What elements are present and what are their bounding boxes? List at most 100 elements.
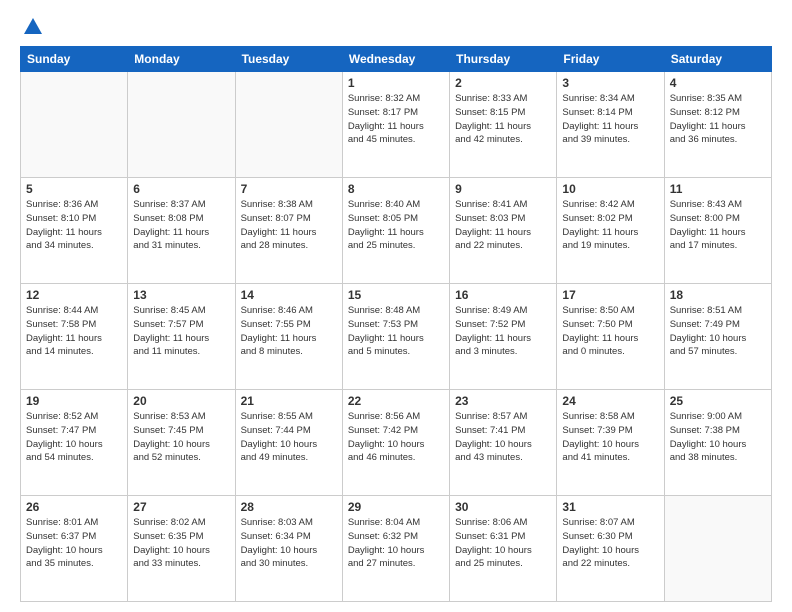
day-number: 5 bbox=[26, 182, 122, 196]
day-number: 12 bbox=[26, 288, 122, 302]
calendar-week-2: 12 Sunrise: 8:44 AMSunset: 7:58 PMDayligh… bbox=[21, 284, 772, 390]
day-info: Sunrise: 8:43 AMSunset: 8:00 PMDaylight:… bbox=[670, 198, 766, 253]
day-number: 15 bbox=[348, 288, 444, 302]
calendar-cell: 28Sunrise: 8:03 AMSunset: 6:34 PMDayligh… bbox=[235, 496, 342, 602]
day-info: Sunrise: 8:02 AMSunset: 6:35 PMDaylight:… bbox=[133, 516, 229, 571]
day-number: 7 bbox=[241, 182, 337, 196]
day-info: Sunrise: 8:32 AMSunset: 8:17 PMDaylight:… bbox=[348, 92, 444, 147]
day-number: 19 bbox=[26, 394, 122, 408]
weekday-header-tuesday: Tuesday bbox=[235, 47, 342, 72]
day-number: 14 bbox=[241, 288, 337, 302]
day-info: Sunrise: 8:49 AMSunset: 7:52 PMDaylight:… bbox=[455, 304, 551, 359]
day-number: 10 bbox=[562, 182, 658, 196]
calendar-cell: 11 Sunrise: 8:43 AMSunset: 8:00 PMDayligh… bbox=[664, 178, 771, 284]
weekday-header-thursday: Thursday bbox=[450, 47, 557, 72]
day-number: 31 bbox=[562, 500, 658, 514]
calendar-cell: 23 Sunrise: 8:57 AMSunset: 7:41 PMDayligh… bbox=[450, 390, 557, 496]
day-info: Sunrise: 8:52 AMSunset: 7:47 PMDaylight:… bbox=[26, 410, 122, 465]
calendar-cell: 16 Sunrise: 8:49 AMSunset: 7:52 PMDayligh… bbox=[450, 284, 557, 390]
calendar-cell: 13Sunrise: 8:45 AMSunset: 7:57 PMDayligh… bbox=[128, 284, 235, 390]
calendar-cell bbox=[664, 496, 771, 602]
page: SundayMondayTuesdayWednesdayThursdayFrid… bbox=[0, 0, 792, 612]
day-number: 27 bbox=[133, 500, 229, 514]
day-info: Sunrise: 8:57 AMSunset: 7:41 PMDaylight:… bbox=[455, 410, 551, 465]
day-info: Sunrise: 8:37 AMSunset: 8:08 PMDaylight:… bbox=[133, 198, 229, 253]
day-info: Sunrise: 8:51 AMSunset: 7:49 PMDaylight:… bbox=[670, 304, 766, 359]
day-info: Sunrise: 8:06 AMSunset: 6:31 PMDaylight:… bbox=[455, 516, 551, 571]
day-info: Sunrise: 8:42 AMSunset: 8:02 PMDaylight:… bbox=[562, 198, 658, 253]
day-number: 21 bbox=[241, 394, 337, 408]
calendar-cell: 22Sunrise: 8:56 AMSunset: 7:42 PMDayligh… bbox=[342, 390, 449, 496]
weekday-header-saturday: Saturday bbox=[664, 47, 771, 72]
calendar-cell bbox=[21, 72, 128, 178]
day-number: 18 bbox=[670, 288, 766, 302]
day-info: Sunrise: 8:56 AMSunset: 7:42 PMDaylight:… bbox=[348, 410, 444, 465]
day-number: 9 bbox=[455, 182, 551, 196]
calendar-week-1: 5 Sunrise: 8:36 AMSunset: 8:10 PMDaylight… bbox=[21, 178, 772, 284]
calendar-cell: 2 Sunrise: 8:33 AMSunset: 8:15 PMDaylight… bbox=[450, 72, 557, 178]
weekday-header-wednesday: Wednesday bbox=[342, 47, 449, 72]
calendar-cell: 26 Sunrise: 8:01 AMSunset: 6:37 PMDayligh… bbox=[21, 496, 128, 602]
day-number: 16 bbox=[455, 288, 551, 302]
calendar-cell: 4 Sunrise: 8:35 AMSunset: 8:12 PMDaylight… bbox=[664, 72, 771, 178]
day-info: Sunrise: 9:00 AMSunset: 7:38 PMDaylight:… bbox=[670, 410, 766, 465]
weekday-header-row: SundayMondayTuesdayWednesdayThursdayFrid… bbox=[21, 47, 772, 72]
calendar-cell: 6Sunrise: 8:37 AMSunset: 8:08 PMDaylight… bbox=[128, 178, 235, 284]
day-info: Sunrise: 8:38 AMSunset: 8:07 PMDaylight:… bbox=[241, 198, 337, 253]
calendar-cell: 24Sunrise: 8:58 AMSunset: 7:39 PMDayligh… bbox=[557, 390, 664, 496]
calendar-cell: 8 Sunrise: 8:40 AMSunset: 8:05 PMDaylight… bbox=[342, 178, 449, 284]
day-number: 30 bbox=[455, 500, 551, 514]
calendar-cell bbox=[235, 72, 342, 178]
day-info: Sunrise: 8:53 AMSunset: 7:45 PMDaylight:… bbox=[133, 410, 229, 465]
calendar-cell: 15 Sunrise: 8:48 AMSunset: 7:53 PMDayligh… bbox=[342, 284, 449, 390]
calendar-cell: 25Sunrise: 9:00 AMSunset: 7:38 PMDayligh… bbox=[664, 390, 771, 496]
calendar-cell: 10 Sunrise: 8:42 AMSunset: 8:02 PMDayligh… bbox=[557, 178, 664, 284]
day-info: Sunrise: 8:44 AMSunset: 7:58 PMDaylight:… bbox=[26, 304, 122, 359]
weekday-header-monday: Monday bbox=[128, 47, 235, 72]
day-info: Sunrise: 8:55 AMSunset: 7:44 PMDaylight:… bbox=[241, 410, 337, 465]
calendar-cell: 18 Sunrise: 8:51 AMSunset: 7:49 PMDayligh… bbox=[664, 284, 771, 390]
calendar-cell: 20 Sunrise: 8:53 AMSunset: 7:45 PMDayligh… bbox=[128, 390, 235, 496]
day-info: Sunrise: 8:48 AMSunset: 7:53 PMDaylight:… bbox=[348, 304, 444, 359]
weekday-header-sunday: Sunday bbox=[21, 47, 128, 72]
day-number: 4 bbox=[670, 76, 766, 90]
day-number: 26 bbox=[26, 500, 122, 514]
calendar-cell: 12 Sunrise: 8:44 AMSunset: 7:58 PMDayligh… bbox=[21, 284, 128, 390]
calendar-cell: 29Sunrise: 8:04 AMSunset: 6:32 PMDayligh… bbox=[342, 496, 449, 602]
calendar-week-4: 26 Sunrise: 8:01 AMSunset: 6:37 PMDayligh… bbox=[21, 496, 772, 602]
day-info: Sunrise: 8:41 AMSunset: 8:03 PMDaylight:… bbox=[455, 198, 551, 253]
day-info: Sunrise: 8:33 AMSunset: 8:15 PMDaylight:… bbox=[455, 92, 551, 147]
day-number: 8 bbox=[348, 182, 444, 196]
calendar-cell: 1Sunrise: 8:32 AMSunset: 8:17 PMDaylight… bbox=[342, 72, 449, 178]
calendar-cell: 21 Sunrise: 8:55 AMSunset: 7:44 PMDayligh… bbox=[235, 390, 342, 496]
day-number: 29 bbox=[348, 500, 444, 514]
calendar-cell: 17Sunrise: 8:50 AMSunset: 7:50 PMDayligh… bbox=[557, 284, 664, 390]
logo bbox=[20, 16, 44, 38]
day-info: Sunrise: 8:36 AMSunset: 8:10 PMDaylight:… bbox=[26, 198, 122, 253]
day-info: Sunrise: 8:03 AMSunset: 6:34 PMDaylight:… bbox=[241, 516, 337, 571]
calendar-cell: 3 Sunrise: 8:34 AMSunset: 8:14 PMDaylight… bbox=[557, 72, 664, 178]
day-info: Sunrise: 8:40 AMSunset: 8:05 PMDaylight:… bbox=[348, 198, 444, 253]
calendar-cell bbox=[128, 72, 235, 178]
calendar-cell: 5 Sunrise: 8:36 AMSunset: 8:10 PMDaylight… bbox=[21, 178, 128, 284]
day-number: 20 bbox=[133, 394, 229, 408]
day-info: Sunrise: 8:34 AMSunset: 8:14 PMDaylight:… bbox=[562, 92, 658, 147]
day-info: Sunrise: 8:07 AMSunset: 6:30 PMDaylight:… bbox=[562, 516, 658, 571]
logo-icon bbox=[22, 16, 44, 38]
day-number: 23 bbox=[455, 394, 551, 408]
day-number: 2 bbox=[455, 76, 551, 90]
day-info: Sunrise: 8:58 AMSunset: 7:39 PMDaylight:… bbox=[562, 410, 658, 465]
day-info: Sunrise: 8:35 AMSunset: 8:12 PMDaylight:… bbox=[670, 92, 766, 147]
header bbox=[20, 16, 772, 38]
day-info: Sunrise: 8:50 AMSunset: 7:50 PMDaylight:… bbox=[562, 304, 658, 359]
day-info: Sunrise: 8:46 AMSunset: 7:55 PMDaylight:… bbox=[241, 304, 337, 359]
day-number: 3 bbox=[562, 76, 658, 90]
day-info: Sunrise: 8:01 AMSunset: 6:37 PMDaylight:… bbox=[26, 516, 122, 571]
calendar-cell: 7 Sunrise: 8:38 AMSunset: 8:07 PMDaylight… bbox=[235, 178, 342, 284]
calendar-cell: 9 Sunrise: 8:41 AMSunset: 8:03 PMDaylight… bbox=[450, 178, 557, 284]
day-number: 13 bbox=[133, 288, 229, 302]
calendar-table: SundayMondayTuesdayWednesdayThursdayFrid… bbox=[20, 46, 772, 602]
calendar-cell: 31 Sunrise: 8:07 AMSunset: 6:30 PMDayligh… bbox=[557, 496, 664, 602]
day-number: 11 bbox=[670, 182, 766, 196]
calendar-cell: 14 Sunrise: 8:46 AMSunset: 7:55 PMDayligh… bbox=[235, 284, 342, 390]
